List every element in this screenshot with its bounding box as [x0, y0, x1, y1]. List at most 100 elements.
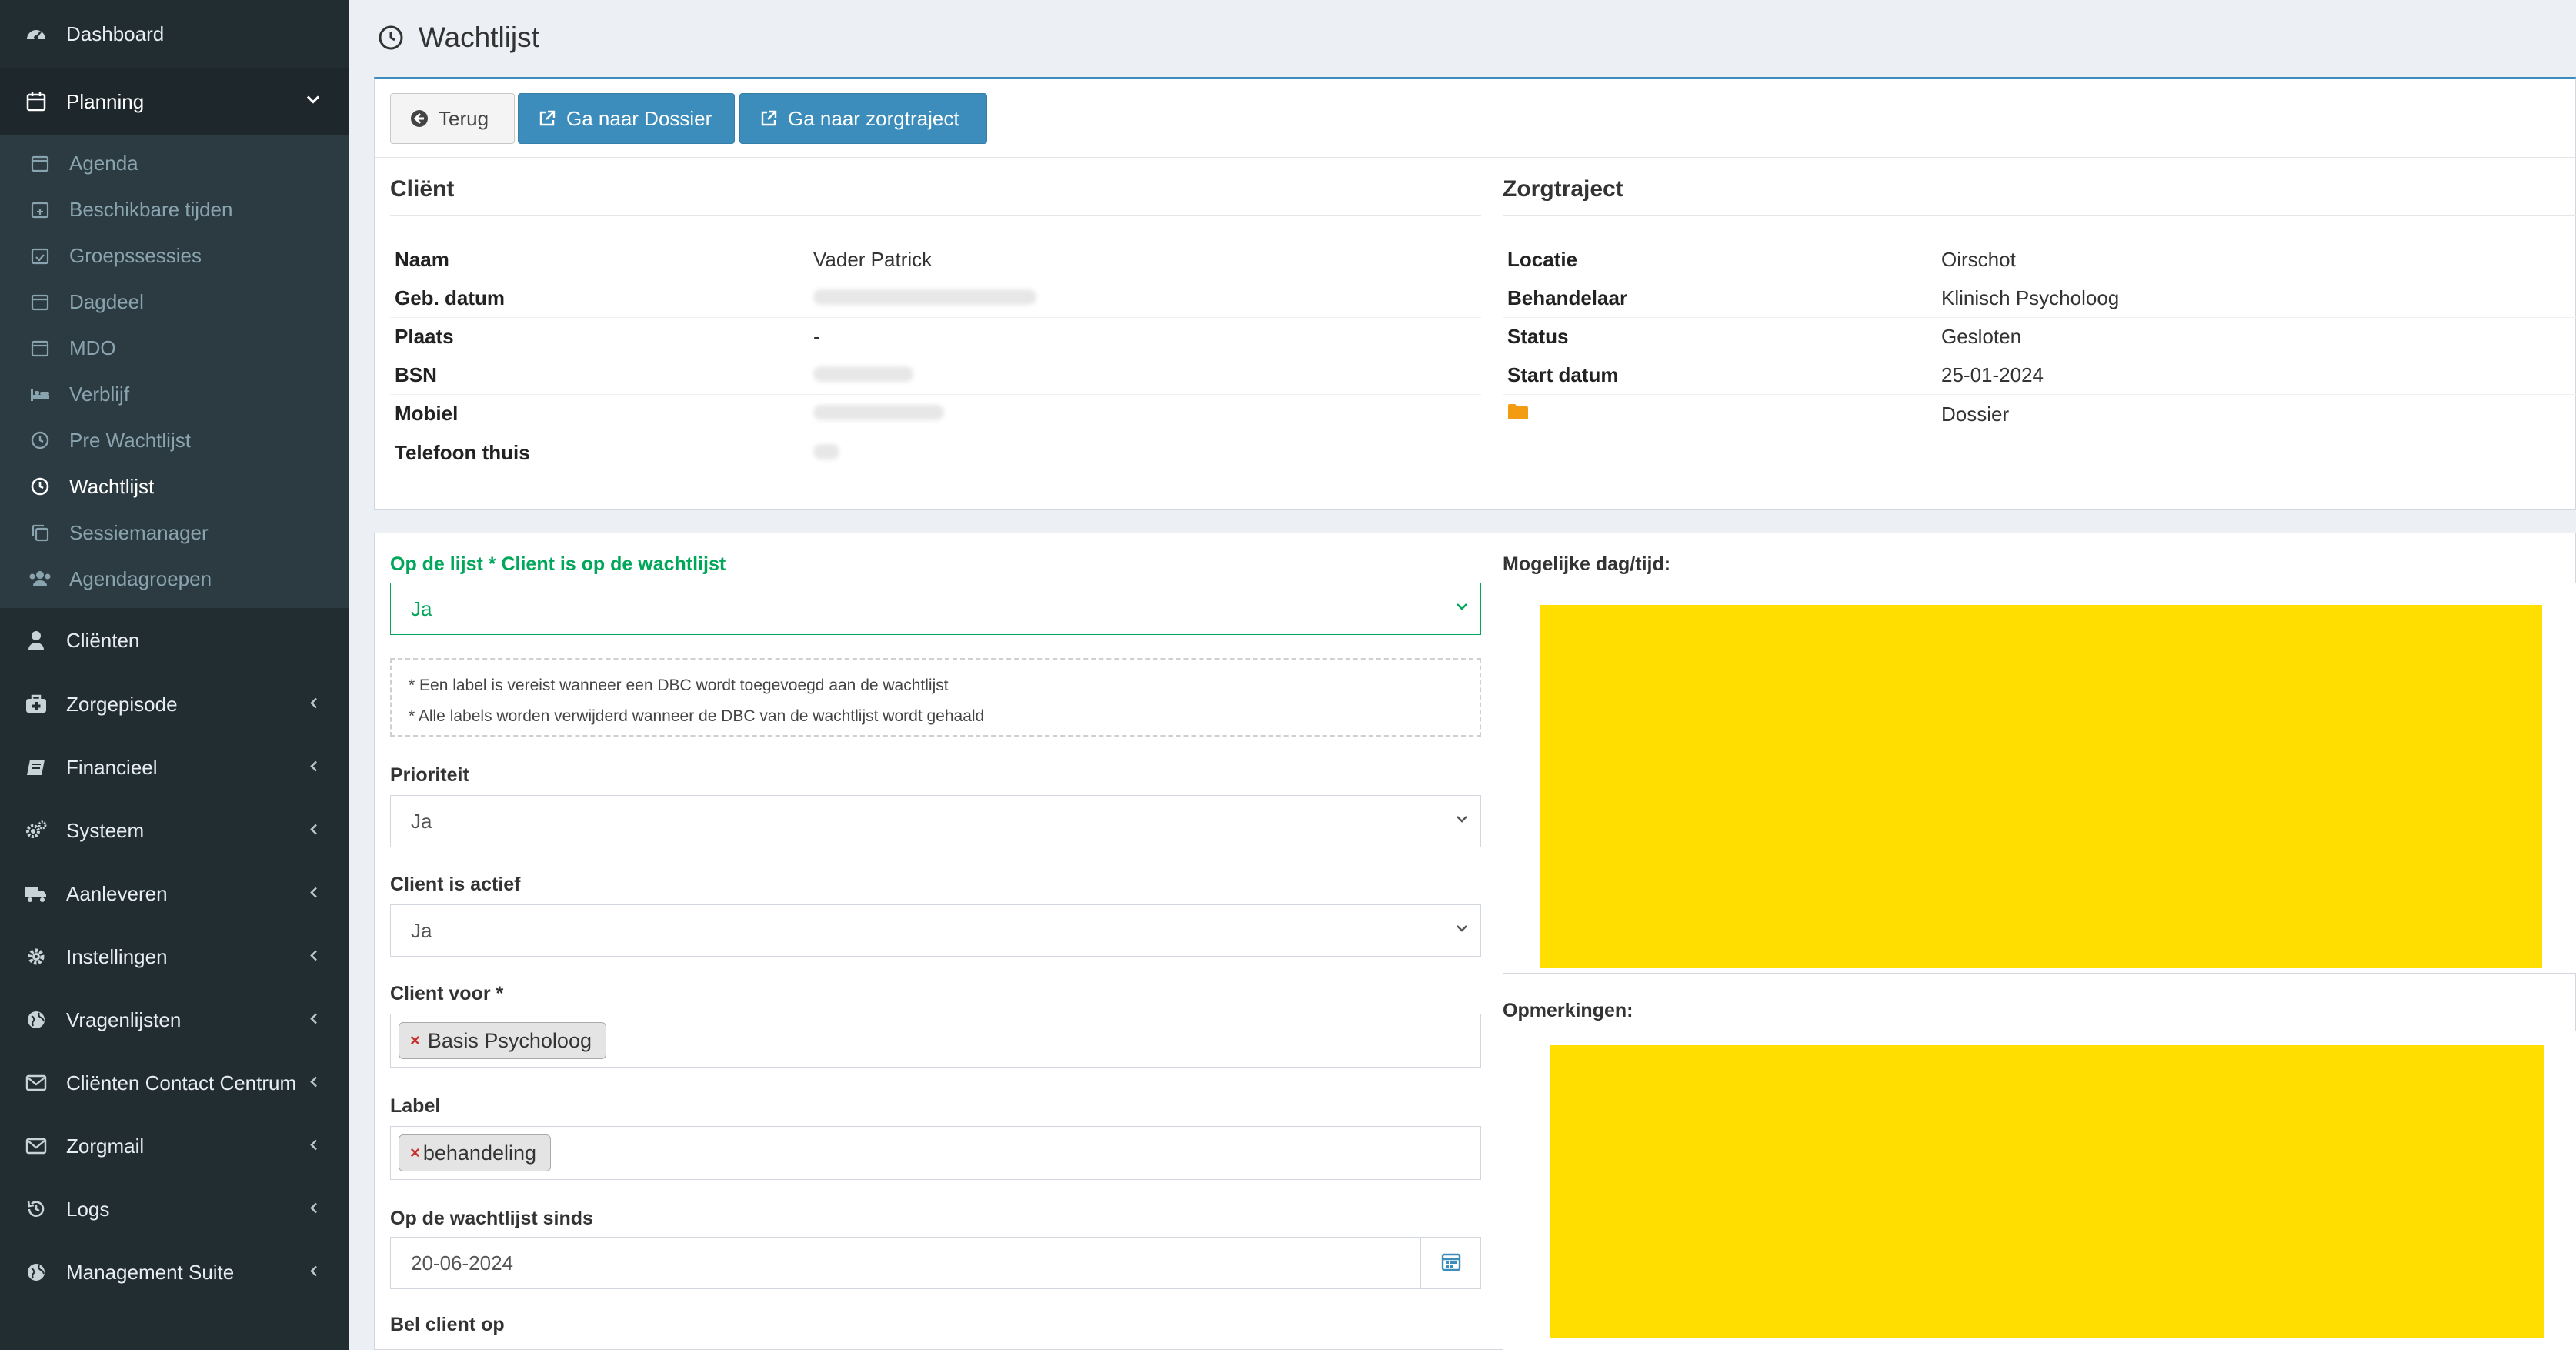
nav-label: Planning — [66, 89, 145, 113]
nav-vragenlijsten[interactable]: Vragenlijsten — [0, 988, 349, 1051]
envelope-icon — [23, 1070, 49, 1096]
remove-tag-icon[interactable]: × — [410, 1031, 420, 1051]
calendar-plus-icon — [28, 197, 52, 222]
copy-icon — [28, 520, 52, 545]
sidebar-item-sessiemanager[interactable]: Sessiemanager — [0, 510, 349, 556]
table-row: Geb. datum — [390, 279, 1481, 318]
arrow-left-circle-icon — [409, 109, 429, 129]
book-icon — [23, 754, 49, 780]
tag-behandeling: × behandeling — [399, 1134, 552, 1171]
op-de-lijst-select[interactable]: Ja — [390, 583, 1481, 635]
chevron-left-icon — [306, 1198, 322, 1221]
clock-icon — [377, 24, 405, 52]
calendar-check-icon — [28, 243, 52, 268]
nav-label: Dashboard — [66, 22, 165, 45]
sidebar-item-label: MDO — [69, 336, 116, 359]
dagtijd-textarea[interactable] — [1503, 583, 2576, 974]
nav-label: Systeem — [66, 818, 145, 842]
nav-instellingen[interactable]: Instellingen — [0, 925, 349, 988]
folder-icon — [1507, 403, 1529, 426]
zorgtraject-table: Locatie Oirschot Behandelaar Klinisch Ps… — [1503, 241, 2576, 441]
prioriteit-select[interactable]: Ja — [390, 795, 1481, 847]
nav-zorgepisode[interactable]: Zorgepisode — [0, 673, 349, 736]
nav-clienten[interactable]: Cliënten — [0, 608, 349, 673]
nav-label: Zorgmail — [66, 1134, 145, 1158]
nav-zorgmail[interactable]: Zorgmail — [0, 1114, 349, 1178]
planning-submenu: Agenda Beschikbare tijden Groepssessies … — [0, 135, 349, 608]
sidebar-item-beschikbare-tijden[interactable]: Beschikbare tijden — [0, 186, 349, 232]
sinds-date-input[interactable]: 20-06-2024 — [390, 1237, 1421, 1289]
nav-label: Management Suite — [66, 1260, 235, 1284]
sidebar-item-label: Wachtlijst — [69, 474, 155, 498]
calendar-icon — [1440, 1251, 1462, 1276]
nav-dashboard[interactable]: Dashboard — [0, 0, 349, 68]
table-row: Locatie Oirschot — [1503, 241, 2576, 279]
sidebar-item-label: Pre Wachtlijst — [69, 428, 191, 452]
calendar-icon — [28, 336, 52, 360]
sidebar: Dashboard Planning Agenda Beschikbare ti… — [0, 0, 349, 1350]
sidebar-item-verblijf[interactable]: Verblijf — [0, 371, 349, 417]
nav-logs[interactable]: Logs — [0, 1178, 349, 1241]
nav-management-suite[interactable]: Management Suite — [0, 1241, 349, 1304]
calendar-button[interactable] — [1421, 1237, 1481, 1289]
opmerkingen-textarea[interactable] — [1503, 1031, 2576, 1350]
toolbar: Terug Ga naar Dossier Ga naar zorgtrajec… — [375, 79, 2575, 158]
nav-label: Financieel — [66, 755, 158, 779]
nav-planning[interactable]: Planning — [0, 68, 349, 135]
redaction-block — [1550, 1045, 2544, 1338]
page-title: Wachtlijst — [377, 22, 539, 54]
sidebar-item-label: Agenda — [69, 151, 138, 175]
sidebar-item-dagdeel[interactable]: Dagdeel — [0, 279, 349, 325]
globe-icon — [23, 1007, 49, 1033]
sidebar-item-groepssessies[interactable]: Groepssessies — [0, 232, 349, 279]
back-button[interactable]: Terug — [390, 93, 515, 144]
client-table: Naam Vader Patrick Geb. datum Plaats - B… — [390, 241, 1481, 480]
sidebar-item-mdo[interactable]: MDO — [0, 325, 349, 371]
page-title-text: Wachtlijst — [419, 22, 539, 53]
client-voor-label: Client voor * — [390, 983, 504, 1004]
chevron-down-icon — [1454, 599, 1470, 619]
sidebar-item-pre-wachtlijst[interactable]: Pre Wachtlijst — [0, 417, 349, 463]
label-tag-input[interactable]: × behandeling — [390, 1126, 1481, 1180]
external-link-icon — [537, 109, 557, 129]
client-info-box: Terug Ga naar Dossier Ga naar zorgtrajec… — [374, 77, 2576, 510]
chevron-left-icon — [306, 1071, 322, 1095]
sidebar-item-wachtlijst[interactable]: Wachtlijst — [0, 463, 349, 510]
nav-aanleveren[interactable]: Aanleveren — [0, 862, 349, 925]
sidebar-item-agenda[interactable]: Agenda — [0, 140, 349, 186]
dossier-link[interactable]: Dossier — [1941, 403, 2009, 426]
chevron-left-icon — [306, 945, 322, 969]
redacted-value — [813, 289, 1036, 305]
chevron-down-icon — [1454, 921, 1470, 941]
nav-systeem[interactable]: Systeem — [0, 799, 349, 862]
ga-naar-dossier-button[interactable]: Ga naar Dossier — [518, 93, 735, 144]
truck-icon — [23, 881, 49, 907]
main-content: Wachtlijst Terug Ga naar Dossier Ga naar… — [349, 0, 2576, 1350]
prioriteit-label: Prioriteit — [390, 764, 469, 786]
table-row: Plaats - — [390, 318, 1481, 356]
nav-label: Instellingen — [66, 944, 168, 968]
remove-tag-icon[interactable]: × — [410, 1143, 420, 1163]
nav-label: Logs — [66, 1197, 110, 1221]
chevron-left-icon — [306, 1008, 322, 1032]
redacted-value — [813, 366, 913, 382]
nav-financieel[interactable]: Financieel — [0, 736, 349, 799]
nav-label: Cliënten Contact Centrum — [66, 1071, 297, 1094]
chevron-down-icon — [1454, 811, 1470, 831]
client-voor-tag-input[interactable]: × Basis Psycholoog — [390, 1014, 1481, 1068]
globe-icon — [23, 1259, 49, 1285]
sidebar-item-agendagroepen[interactable]: Agendagroepen — [0, 556, 349, 602]
user-icon — [23, 627, 49, 653]
nav-clienten-contact-centrum[interactable]: Cliënten Contact Centrum — [0, 1051, 349, 1114]
ga-naar-zorgtraject-button[interactable]: Ga naar zorgtraject — [739, 93, 987, 144]
chevron-left-icon — [306, 693, 322, 717]
calendar-icon — [28, 289, 52, 314]
client-actief-select[interactable]: Ja — [390, 904, 1481, 957]
medkit-icon — [23, 691, 49, 717]
chevron-down-icon — [305, 90, 322, 114]
dashboard-icon — [23, 21, 49, 47]
table-row: Status Gesloten — [1503, 318, 2576, 356]
sidebar-item-label: Sessiemanager — [69, 520, 209, 544]
calendar-icon — [23, 89, 49, 115]
clock-icon — [28, 474, 52, 499]
